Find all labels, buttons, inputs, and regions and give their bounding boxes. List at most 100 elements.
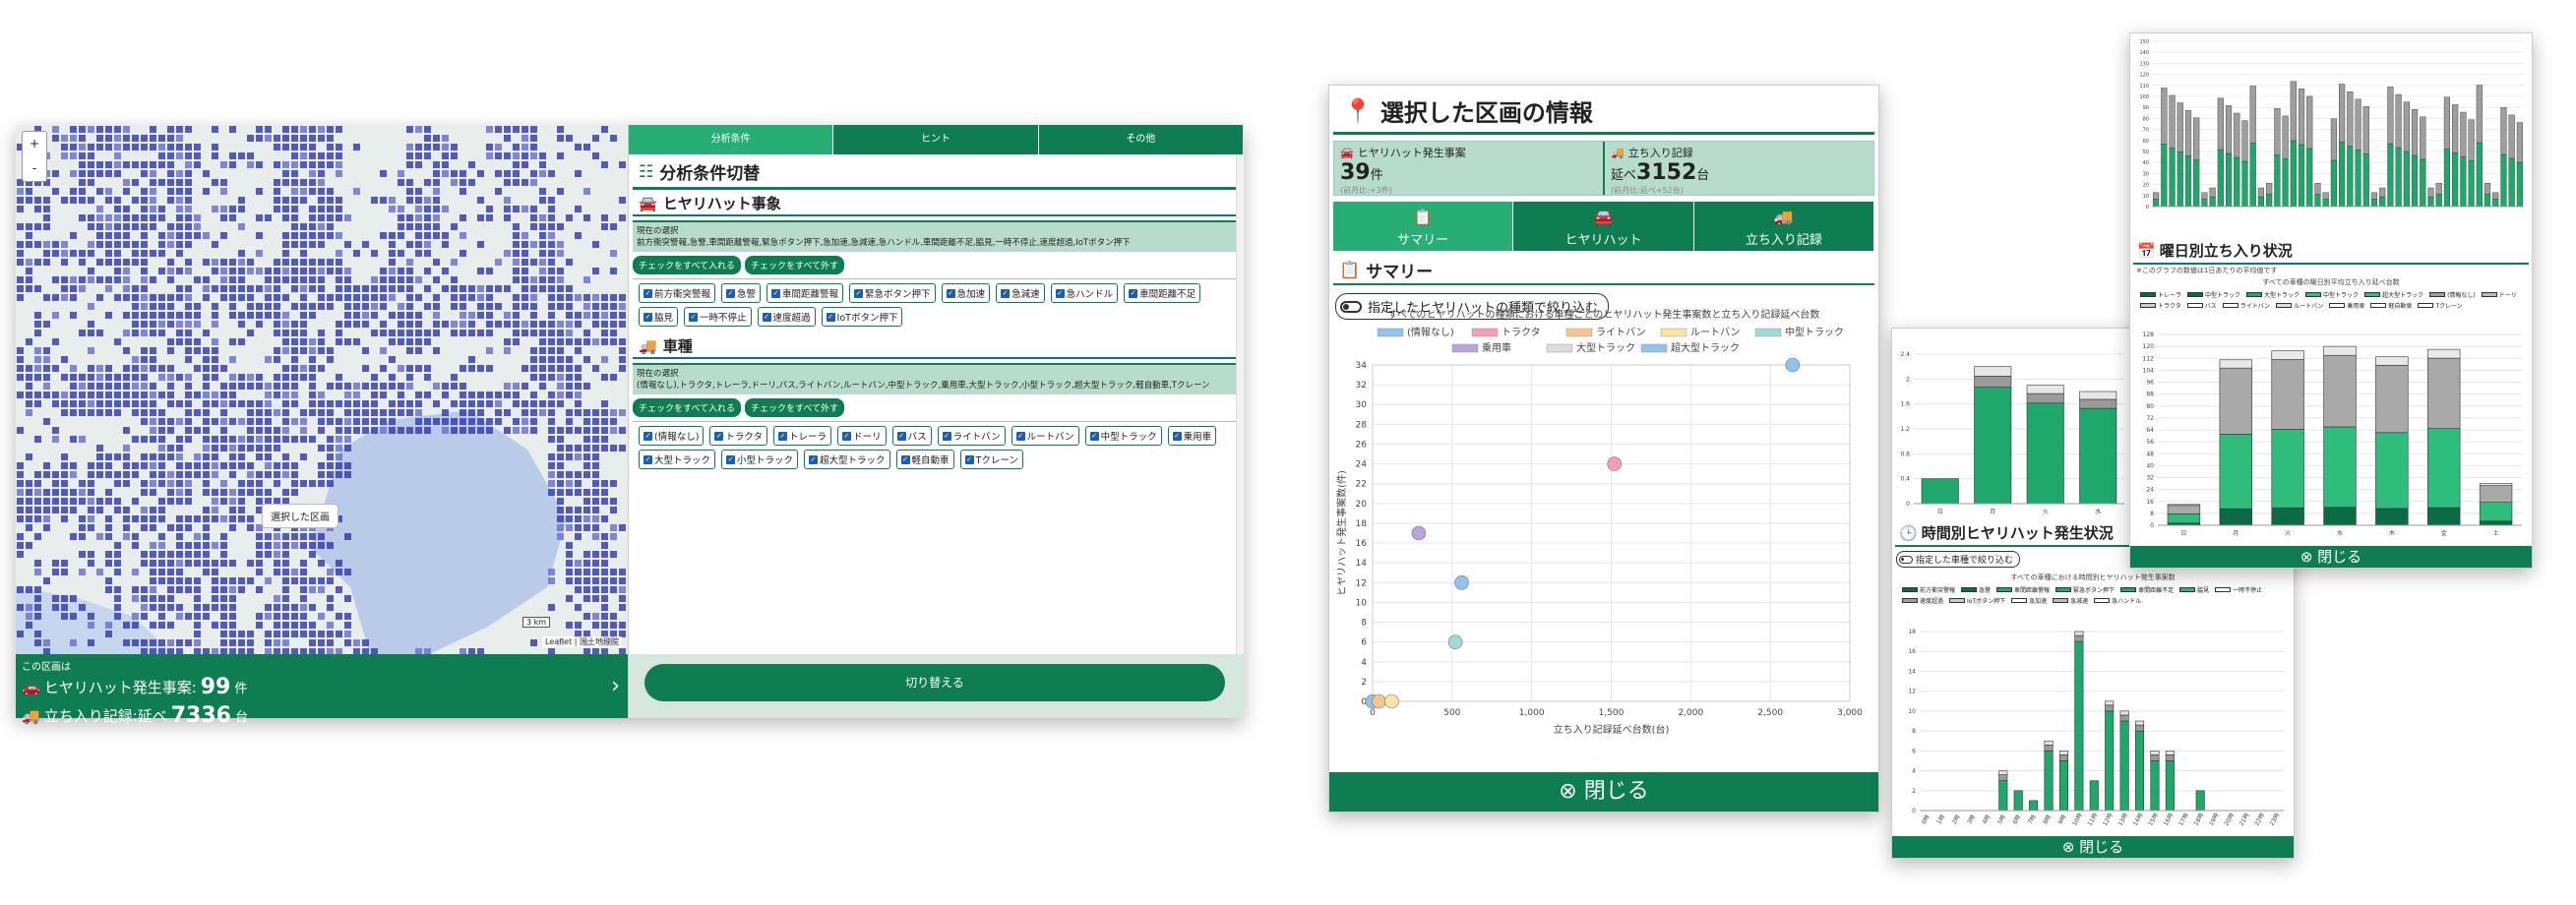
vehicle-uncheck-all-button[interactable]: チェックをすべて外す <box>745 398 845 417</box>
checkmark-icon[interactable]: ✓ <box>726 288 736 298</box>
checkmark-icon[interactable]: ✓ <box>809 454 819 464</box>
legend-item[interactable]: 大型トラック <box>2246 290 2300 299</box>
legend-item[interactable]: 急加速 <box>2011 596 2047 605</box>
legend-item[interactable]: 脇見 <box>2179 585 2209 594</box>
checkmark-icon[interactable]: ✓ <box>1001 288 1011 298</box>
vehicle-checkbox[interactable]: ✓ Tクレーン <box>959 450 1023 469</box>
legend-item[interactable]: 超大型トラック <box>2364 290 2423 299</box>
legend-item[interactable]: 前方衝突警報 <box>1902 585 1955 594</box>
legend-item[interactable]: 車間距離警報 <box>1996 585 2050 594</box>
map-canvas[interactable] <box>16 125 628 654</box>
checkmark-icon[interactable]: ✓ <box>644 312 652 322</box>
checkmark-icon[interactable]: ✓ <box>964 454 974 464</box>
legend-item[interactable]: 一時不停止 <box>2215 585 2262 594</box>
legend-item[interactable]: ドーリ <box>2481 290 2517 299</box>
vehicle-check-all-button[interactable]: チェックをすべて入れる <box>633 398 742 417</box>
vehicle-checkbox[interactable]: ✓ 乗用車 <box>1167 426 1217 446</box>
vehicle-checkbox[interactable]: ✓ トラクタ <box>709 426 768 446</box>
vehicle-checkbox[interactable]: ✓ ライトバン <box>937 426 1006 446</box>
checkmark-icon[interactable]: ✓ <box>1015 431 1025 441</box>
hiyari-checkbox[interactable]: ✓ 急ハンドル <box>1050 283 1119 303</box>
vehicle-filter-toggle[interactable]: 指定した車種で絞り込む <box>1896 551 2021 568</box>
legend-item[interactable]: 中型トラック <box>2187 290 2240 299</box>
checkmark-icon[interactable]: ✓ <box>644 431 652 441</box>
checkmark-icon[interactable]: ✓ <box>842 431 852 441</box>
legend-item[interactable]: 乗用車 <box>2329 301 2364 310</box>
checkmark-icon[interactable]: ✓ <box>854 288 864 298</box>
legend-item[interactable]: Tクレーン <box>2418 301 2463 310</box>
map-view[interactable]: + - 選択した区画 3 km Leaflet | 国土地理院 <box>16 125 628 654</box>
condition-scrollbar[interactable] <box>1236 154 1244 654</box>
checkmark-icon[interactable]: ✓ <box>946 288 955 298</box>
legend-item[interactable]: 中型トラック <box>2305 290 2359 299</box>
legend-item[interactable]: 車間距離不足 <box>2120 585 2174 594</box>
vehicle-checkbox[interactable]: ✓ 小型トラック <box>721 450 799 469</box>
legend-item[interactable]: 急警 <box>1961 585 1991 594</box>
zoom-control[interactable]: + - <box>22 131 47 182</box>
legend-item[interactable]: 急ハンドル <box>2094 596 2141 605</box>
hiyari-checkbox[interactable]: ✓ 一時不停止 <box>684 307 752 327</box>
checkmark-icon[interactable]: ✓ <box>762 312 771 322</box>
checkmark-icon[interactable]: ✓ <box>900 454 910 464</box>
checkmark-icon[interactable]: ✓ <box>771 288 781 298</box>
hiyari-check-all-button[interactable]: チェックをすべて入れる <box>633 256 742 274</box>
hiyari-checkbox[interactable]: ✓ IoTボタン押下 <box>821 307 903 327</box>
hiyari-checkbox[interactable]: ✓ 速度超過 <box>757 307 816 327</box>
tab-entry-records[interactable]: 🚚 立ち入り記録 <box>1693 202 1874 251</box>
tab-other[interactable]: その他 <box>1038 125 1244 154</box>
daily-close-button[interactable]: ⊗ 閉じる <box>2130 546 2532 568</box>
legend-item[interactable]: バス <box>2186 301 2217 310</box>
chevron-right-icon[interactable]: › <box>611 674 620 698</box>
hiyari-checkbox[interactable]: ✓ 車間距離不足 <box>1124 283 1201 303</box>
vehicle-checkbox[interactable]: ✓ バス <box>891 426 932 446</box>
cell-summary-bar[interactable]: この区画は 🚗 ヒヤリハット発生事案: 99 件 🚚 立ち入り記録:延べ 733… <box>16 654 628 728</box>
hiyari-checkbox[interactable]: ✓ 車間距離警報 <box>767 283 844 303</box>
zoom-in-button[interactable]: + <box>23 132 46 156</box>
legend-item[interactable]: ルートバン <box>2276 301 2323 310</box>
zoom-out-button[interactable]: - <box>23 156 46 181</box>
toggle-switch[interactable] <box>1899 555 1913 564</box>
checkmark-icon[interactable]: ✓ <box>714 431 724 441</box>
checkmark-icon[interactable]: ✓ <box>1089 431 1099 441</box>
vehicle-checkbox[interactable]: ✓ 超大型トラック <box>804 450 890 469</box>
vehicle-checkbox[interactable]: ✓ (情報なし) <box>639 426 705 446</box>
checkmark-icon[interactable]: ✓ <box>826 312 835 322</box>
hourly-close-button[interactable]: ⊗ 閉じる <box>1892 836 2294 858</box>
legend-item[interactable]: 軽自動車 <box>2370 301 2412 310</box>
checkmark-icon[interactable]: ✓ <box>689 312 699 322</box>
tab-summary[interactable]: 📋 サマリー <box>1333 202 1514 251</box>
map-attribution[interactable]: Leaflet | 国土地理院 <box>542 636 623 647</box>
vehicle-checkbox[interactable]: ✓ 大型トラック <box>639 450 716 469</box>
hiyari-checkbox[interactable]: ✓ 急減速 <box>996 283 1045 303</box>
legend-item[interactable]: トラクタ <box>2140 301 2181 310</box>
legend-item[interactable]: ライトバン <box>2222 301 2270 310</box>
vehicle-checkbox[interactable]: ✓ 軽自動車 <box>895 450 954 469</box>
hiyari-checkbox[interactable]: ✓ 急加速 <box>941 283 991 303</box>
checkmark-icon[interactable]: ✓ <box>896 431 906 441</box>
checkmark-icon[interactable]: ✓ <box>942 431 951 441</box>
checkmark-icon[interactable]: ✓ <box>1172 431 1182 441</box>
legend-item[interactable]: (情報なし) <box>2429 290 2476 299</box>
legend-item[interactable]: トレーラ <box>2140 290 2181 299</box>
legend-item[interactable]: 緊急ボタン押下 <box>2055 585 2115 594</box>
tab-conditions[interactable]: 分析条件 <box>629 125 834 154</box>
info-close-button[interactable]: ⊗ 閉じる <box>1329 772 1878 812</box>
checkmark-icon[interactable]: ✓ <box>1055 288 1065 298</box>
hiyari-checkbox[interactable]: ✓ 急警 <box>721 283 762 303</box>
vehicle-checkbox[interactable]: ✓ ルートバン <box>1011 426 1079 446</box>
hiyari-uncheck-all-button[interactable]: チェックをすべて外す <box>745 256 845 274</box>
vehicle-checkbox[interactable]: ✓ トレーラ <box>773 426 832 446</box>
vehicle-checkbox[interactable]: ✓ ドーリ <box>837 426 887 446</box>
tab-hiyari[interactable]: 🚘 ヒヤリハット <box>1513 202 1694 251</box>
legend-item[interactable]: 速度超過 <box>1902 596 1943 605</box>
tab-hints[interactable]: ヒント <box>833 125 1039 154</box>
vehicle-checkbox[interactable]: ✓ 中型トラック <box>1084 426 1162 446</box>
legend-item[interactable]: IoTボタン押下 <box>1949 596 2005 605</box>
hiyari-checkbox[interactable]: ✓ 前方衝突警報 <box>639 283 716 303</box>
checkmark-icon[interactable]: ✓ <box>644 454 652 464</box>
checkmark-icon[interactable]: ✓ <box>726 454 736 464</box>
hiyari-checkbox[interactable]: ✓ 脇見 <box>639 307 679 327</box>
checkmark-icon[interactable]: ✓ <box>1129 288 1138 298</box>
checkmark-icon[interactable]: ✓ <box>778 431 788 441</box>
checkmark-icon[interactable]: ✓ <box>644 288 652 298</box>
